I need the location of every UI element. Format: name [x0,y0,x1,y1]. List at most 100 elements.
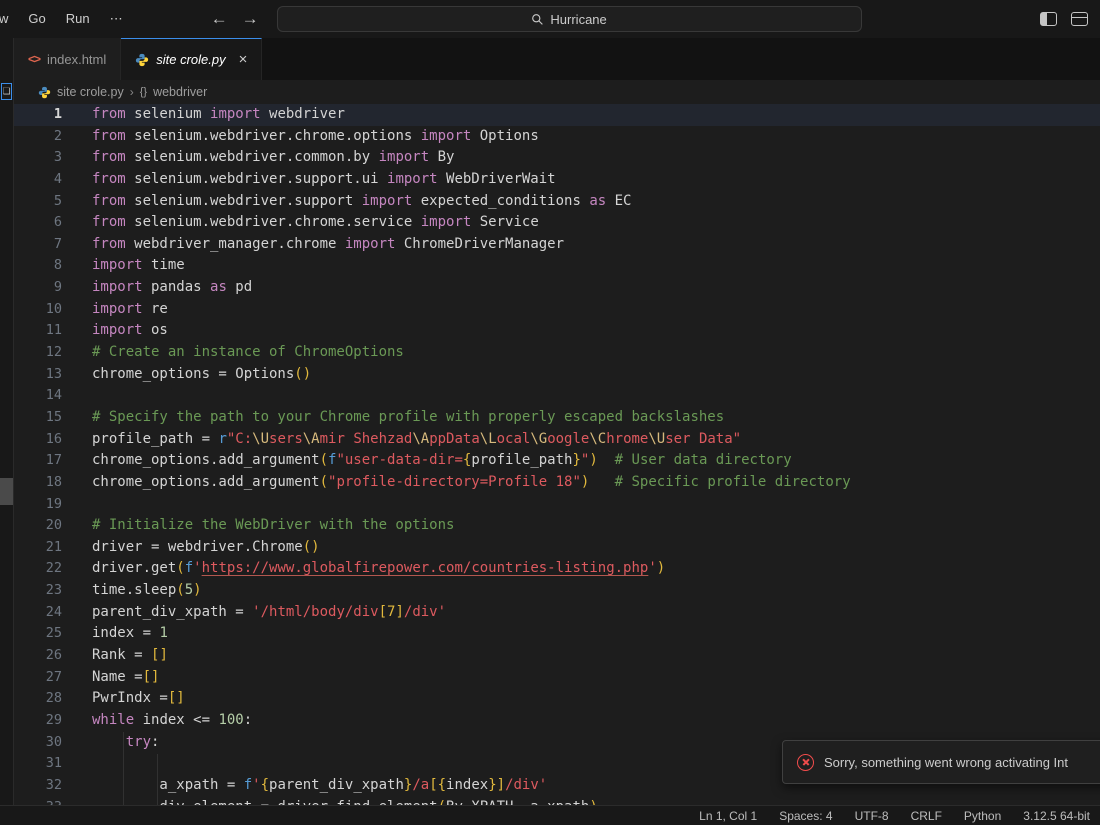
scrollbar-thumb[interactable] [0,478,13,505]
code-line[interactable]: 25 index = 1 [14,623,1100,645]
code-editor[interactable]: 1 from selenium import webdriver 2 from sel… [14,104,1100,805]
line-number: 23 [45,582,62,599]
code-line[interactable]: 22 driver.get(f'https://www.globalfirepow… [14,558,1100,580]
code-line[interactable]: 5 from selenium.webdriver.support import … [14,191,1100,213]
code-text: from selenium.webdriver.support import e… [92,192,632,209]
line-number: 32 [45,776,62,793]
code-text: chrome_options.add_argument("profile-dir… [92,473,851,490]
code-text: from selenium import webdriver [92,106,345,122]
line-number: 28 [45,690,62,707]
command-center-search[interactable]: Hurricane [276,6,862,32]
code-line[interactable]: 33 div_element = driver.find_element(By.… [14,797,1100,806]
code-line[interactable]: 23 time.sleep(5) [14,580,1100,602]
line-number: 10 [45,300,62,317]
notification-message: Sorry, something went wrong activating I… [824,754,1068,770]
line-number: 18 [45,473,62,490]
code-line[interactable]: 28 PwrIndx =[] [14,688,1100,710]
code-line[interactable]: 12 # Create an instance of ChromeOptions [14,342,1100,364]
code-lines: 1 from selenium import webdriver 2 from sel… [14,104,1100,805]
line-number: 7 [53,235,62,252]
code-line[interactable]: 13 chrome_options = Options() [14,364,1100,386]
line-number: 16 [45,430,62,447]
code-text: a_xpath = f'{parent_div_xpath}/a[{index}… [92,776,548,793]
code-line[interactable]: 16 profile_path = r"C:\Users\Amir Shehzad… [14,429,1100,451]
code-line[interactable]: 8 import time [14,255,1100,277]
title-bar: w Go Run ⋯ ← → Hurricane [0,0,1100,38]
code-text: Name =[] [92,668,160,685]
code-line[interactable]: 7 from webdriver_manager.chrome import Ch… [14,234,1100,256]
status-item[interactable]: Spaces: 4 [779,809,832,823]
status-item[interactable]: CRLF [911,809,942,823]
error-notification-toast[interactable]: Sorry, something went wrong activating I… [782,740,1100,784]
code-line[interactable]: 9 import pandas as pd [14,277,1100,299]
code-text: import os [92,322,168,339]
line-number: 24 [45,603,62,620]
vscode-window: w Go Run ⋯ ← → Hurricane <> index.html s… [0,0,1100,825]
line-number: 14 [45,387,62,404]
status-item[interactable]: Ln 1, Col 1 [699,809,757,823]
code-text: Rank = [] [92,647,168,664]
tab-index-html[interactable]: <> index.html [14,38,122,80]
code-line[interactable]: 27 Name =[] [14,667,1100,689]
menu-bar: w Go Run ⋯ [0,11,133,27]
search-query-text: Hurricane [550,11,607,27]
toggle-sidebar-icon[interactable] [1040,12,1057,26]
code-line[interactable]: 11 import os [14,320,1100,342]
editor-tabs: <> index.html site crole.py × [14,38,1100,80]
line-number: 31 [45,755,62,772]
line-number: 25 [45,625,62,642]
code-line[interactable]: 15 # Specify the path to your Chrome prof… [14,407,1100,429]
menu-item[interactable]: Run [56,11,100,27]
code-line[interactable]: 6 from selenium.webdriver.chrome.service … [14,212,1100,234]
code-line[interactable]: 1 from selenium import webdriver [14,104,1100,126]
line-number: 17 [45,452,62,469]
line-number: 6 [53,214,62,231]
line-number: 9 [53,279,62,296]
code-line[interactable]: 21 driver = webdriver.Chrome() [14,537,1100,559]
code-line[interactable]: 4 from selenium.webdriver.support.ui impo… [14,169,1100,191]
code-line[interactable]: 2 from selenium.webdriver.chrome.options … [14,126,1100,148]
code-line[interactable]: 3 from selenium.webdriver.common.by impor… [14,147,1100,169]
code-line[interactable]: 29 while index <= 100: [14,710,1100,732]
activity-bar-edge: ❏ [0,38,14,805]
code-line[interactable]: 19 [14,494,1100,516]
code-line[interactable]: 14 [14,385,1100,407]
line-number: 21 [45,538,62,555]
glyph-margin-icon[interactable]: ❏ [1,83,12,100]
code-text: profile_path = r"C:\Users\Amir Shehzad\A… [92,430,742,447]
html-file-icon: <> [28,52,41,66]
status-item[interactable]: 3.12.5 64-bit [1023,809,1090,823]
code-line[interactable]: 10 import re [14,299,1100,321]
line-number: 5 [53,192,62,209]
code-text: from selenium.webdriver.chrome.service i… [92,214,539,231]
code-line[interactable]: 26 Rank = [] [14,645,1100,667]
line-number: 29 [45,711,62,728]
line-number: 33 [14,797,62,806]
menu-item[interactable]: w [0,11,18,27]
code-text: import time [92,257,185,274]
code-text: chrome_options.add_argument(f"user-data-… [92,452,792,469]
line-number: 11 [45,322,62,339]
code-text: parent_div_xpath = '/html/body/div[7]/di… [92,603,447,620]
line-number: 22 [45,560,62,577]
code-line[interactable]: 20 # Initialize the WebDriver with the op… [14,515,1100,537]
close-tab-icon[interactable]: × [239,52,248,67]
back-button[interactable]: ← [211,9,228,29]
breadcrumb-symbol[interactable]: webdriver [153,85,207,99]
line-number: 15 [45,408,62,425]
code-text: import re [92,300,168,317]
status-item[interactable]: Python [964,809,1001,823]
code-text: try: [125,733,160,750]
customize-layout-icon[interactable] [1071,12,1088,26]
breadcrumb-file[interactable]: site crole.py [57,85,124,99]
tab-site-crole-py[interactable]: site crole.py × [121,38,263,80]
code-line[interactable]: 17 chrome_options.add_argument(f"user-dat… [14,450,1100,472]
menu-item[interactable]: ⋯ [100,11,133,27]
forward-button[interactable]: → [242,9,259,29]
menu-item[interactable]: Go [18,11,55,27]
code-line[interactable]: 24 parent_div_xpath = '/html/body/div[7]/… [14,602,1100,624]
line-number: 30 [45,733,62,750]
code-line[interactable]: 18 chrome_options.add_argument("profile-d… [14,472,1100,494]
status-item[interactable]: UTF-8 [855,809,889,823]
breadcrumb: site crole.py › {} webdriver [14,80,1100,104]
